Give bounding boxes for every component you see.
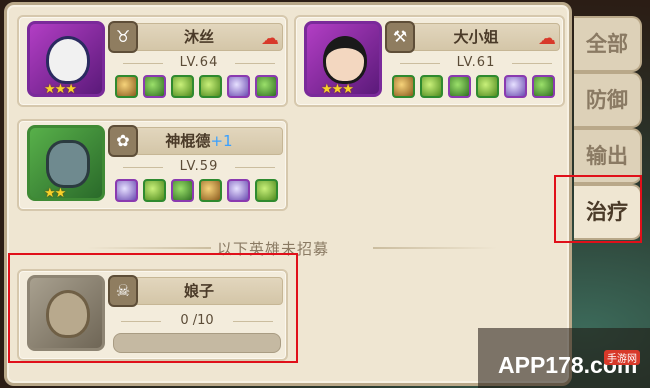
equipment-slot-icon (476, 75, 499, 98)
hero-portrait: ★★★ (27, 21, 105, 97)
hero-name-bar: ♉ 沐丝 ☁ (108, 21, 283, 53)
equipment-slot-icon (171, 179, 194, 202)
watermark: APP178.com 手游网 (478, 328, 650, 388)
hero-stars: ★★★ (44, 82, 77, 97)
highlight-box-unrecruited-hero (8, 253, 298, 363)
equipment-slot-icon (143, 75, 166, 98)
equipment-row (392, 75, 555, 98)
cloud-badge-icon: ☁ (538, 28, 556, 49)
equipment-slot-icon (143, 179, 166, 202)
hero-portrait: ★★ (27, 125, 105, 201)
hero-face (46, 36, 90, 84)
hero-name-bar: ✿ 神棍德+1 (108, 125, 283, 157)
hero-face (46, 140, 90, 188)
hero-level: LV.61 (392, 55, 560, 70)
equipment-slot-icon (171, 75, 194, 98)
equipment-slot-icon (504, 75, 527, 98)
hero-level: LV.64 (115, 55, 283, 70)
hero-name-bar: ⚒ 大小姐 ☁ (385, 21, 560, 53)
watermark-sub: 手游网 (604, 350, 640, 365)
equipment-slot-icon (420, 75, 443, 98)
equipment-row (115, 179, 278, 202)
divider-line-right (373, 247, 497, 249)
highlight-box-heal-tab (554, 175, 642, 243)
equipment-slot-icon (199, 75, 222, 98)
hero-card-daxiaojie[interactable]: ★★★ ⚒ 大小姐 ☁ LV.61 (294, 15, 565, 107)
equipment-slot-icon (448, 75, 471, 98)
hero-name-plus: +1 (210, 132, 233, 150)
equipment-slot-icon (532, 75, 555, 98)
hero-level: LV.59 (115, 159, 283, 174)
divider-line-left (87, 247, 211, 249)
hero-name: 神棍德+1 (116, 128, 282, 154)
hero-card-shengunde[interactable]: ★★ ✿ 神棍德+1 LV.59 (17, 119, 288, 211)
equipment-slot-icon (255, 75, 278, 98)
hero-face (323, 36, 367, 84)
tab-all[interactable]: 全部 (574, 16, 642, 72)
hero-portrait: ★★★ (304, 21, 382, 97)
cloud-badge-icon: ☁ (261, 28, 279, 49)
equipment-slot-icon (255, 179, 278, 202)
equipment-slot-icon (227, 179, 250, 202)
equipment-slot-icon (227, 75, 250, 98)
tab-defense[interactable]: 防御 (574, 72, 642, 128)
equipment-slot-icon (392, 75, 415, 98)
equipment-slot-icon (115, 179, 138, 202)
hero-stars: ★★ (44, 186, 66, 201)
equipment-slot-icon (115, 75, 138, 98)
hero-stars: ★★★ (321, 82, 354, 97)
hero-name-main: 神棍德 (165, 132, 211, 150)
hero-card-musi[interactable]: ★★★ ♉ 沐丝 ☁ LV.64 (17, 15, 288, 107)
equipment-slot-icon (199, 179, 222, 202)
equipment-row (115, 75, 278, 98)
